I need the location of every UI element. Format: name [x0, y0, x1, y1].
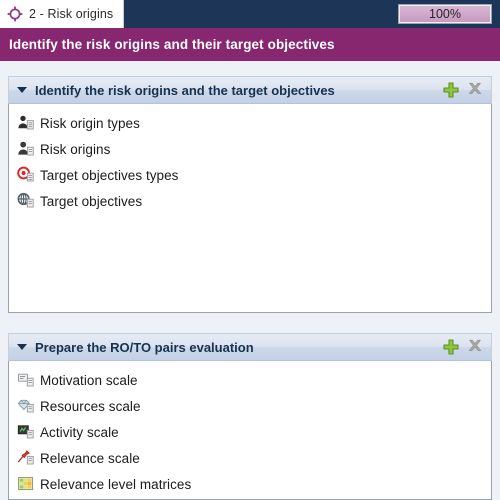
page-title-banner: Identify the risk origins and their targ…	[0, 28, 500, 61]
progress-bar-label: 100%	[429, 7, 461, 21]
application-window: 2 - Risk origins 100% Identify the risk …	[0, 0, 500, 500]
list-item[interactable]: Risk origin types	[9, 110, 491, 136]
close-icon[interactable]	[465, 80, 485, 100]
section-list[interactable]: Motivation scale Resources scale Activity …	[8, 361, 492, 500]
section-title: Prepare the RO/TO pairs evaluation	[35, 339, 254, 355]
plus-icon[interactable]	[441, 337, 461, 357]
progress-bar: 100%	[398, 4, 492, 24]
section-header[interactable]: Prepare the RO/TO pairs evaluation	[8, 333, 492, 361]
pushpin-icon	[18, 450, 34, 465]
list-item-label: Risk origins	[40, 141, 111, 157]
list-item-label: Relevance scale	[40, 450, 140, 466]
list-item[interactable]: Target objectives	[9, 188, 491, 214]
section-prepare-roto-pairs: Prepare the RO/TO pairs evaluation Motiv…	[8, 333, 492, 500]
tab-label: 2 - Risk origins	[29, 7, 114, 21]
list-item-label: Target objectives	[40, 193, 143, 209]
gem-icon	[17, 399, 34, 413]
monitor-chart-icon	[17, 425, 34, 439]
list-item-label: Activity scale	[40, 424, 119, 440]
list-item[interactable]: Activity scale	[9, 419, 491, 445]
chevron-down-icon[interactable]	[17, 87, 27, 93]
section-list[interactable]: Risk origin types Risk origins Target obje…	[8, 104, 492, 313]
grid-matrix-icon	[18, 477, 34, 491]
list-item[interactable]: Risk origins	[9, 136, 491, 162]
list-item-label: Relevance level matrices	[40, 476, 192, 492]
section-title: Identify the risk origins and the target…	[35, 82, 335, 98]
list-item[interactable]: Relevance scale	[9, 445, 491, 471]
crosshair-target-icon	[7, 6, 23, 22]
page-title: Identify the risk origins and their targ…	[9, 37, 335, 52]
list-item[interactable]: Resources scale	[9, 393, 491, 419]
close-icon[interactable]	[465, 337, 485, 357]
globe-target-icon	[17, 192, 34, 208]
list-item-label: Resources scale	[40, 398, 141, 414]
section-identify-risk-origins: Identify the risk origins and the target…	[8, 76, 492, 313]
top-bar: 2 - Risk origins 100%	[0, 0, 500, 28]
list-item-label: Target objectives types	[40, 167, 179, 183]
person-icon	[18, 141, 34, 156]
list-item[interactable]: Relevance level matrices	[9, 471, 491, 497]
plus-icon[interactable]	[441, 80, 461, 100]
list-item-label: Motivation scale	[40, 372, 138, 388]
list-item-label: Risk origin types	[40, 115, 140, 131]
chevron-down-icon[interactable]	[17, 344, 27, 350]
list-item[interactable]: Motivation scale	[9, 367, 491, 393]
section-header[interactable]: Identify the risk origins and the target…	[8, 76, 492, 104]
red-target-types-icon	[17, 166, 34, 182]
tab-risk-origins[interactable]: 2 - Risk origins	[0, 0, 125, 28]
motivation-card-icon	[17, 373, 34, 387]
person-types-icon	[18, 115, 34, 130]
list-item[interactable]: Target objectives types	[9, 162, 491, 188]
